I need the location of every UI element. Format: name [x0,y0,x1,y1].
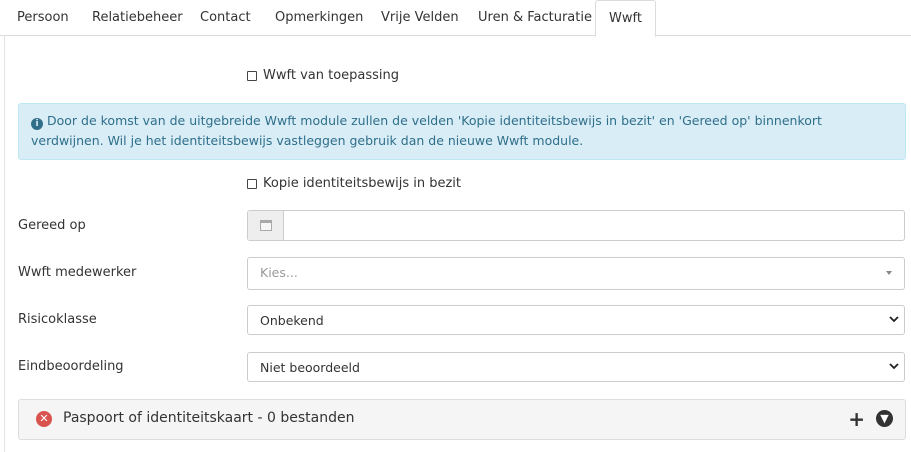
caret-down-icon [886,271,892,275]
wwft-applicable-label: Wwft van toepassing [263,68,400,83]
info-alert-text: Door de komst van de uitgebreide Wwft mo… [31,113,822,148]
id-documents-panel: ✕ Paspoort of identiteitskaart - 0 besta… [18,399,906,440]
risk-label: Risicoklasse [18,312,97,327]
final-select[interactable]: Niet beoordeeld [247,352,905,382]
chevron-down-icon [889,316,899,323]
wwft-applicable-row: Wwft van toepassing [247,68,399,83]
ready-on-input[interactable] [285,211,904,240]
risk-value: Onbekend [260,313,324,328]
panel-title: Paspoort of identiteitskaart - 0 bestand… [63,410,355,426]
tab-contact[interactable]: Contact [187,0,264,36]
employee-label: Wwft medewerker [18,265,137,280]
employee-select[interactable]: Kies... [247,257,905,290]
tab-vrije-velden[interactable]: Vrije Velden [368,0,472,36]
error-circle-icon: ✕ [36,411,52,427]
wwft-applicable-checkbox[interactable] [247,70,257,81]
employee-placeholder: Kies... [260,265,298,280]
final-label: Eindbeoordeling [18,359,124,374]
chevron-down-icon [889,363,899,370]
tab-opmerkingen[interactable]: Opmerkingen [262,0,376,36]
tab-persoon[interactable]: Persoon [4,0,82,36]
calendar-button[interactable] [248,211,284,240]
risk-select[interactable]: Onbekend [247,305,905,335]
tab-wwft[interactable]: Wwft [595,0,656,37]
tab-uren-facturatie[interactable]: Uren & Facturatie [465,0,605,36]
id-copy-checkbox[interactable] [247,178,257,189]
tab-bar: Persoon Relatiebeheer Contact Opmerkinge… [0,0,911,37]
arrow-down-circle-icon[interactable]: ▼ [876,410,893,427]
id-copy-label: Kopie identiteitsbewijs in bezit [263,176,461,191]
id-copy-row: Kopie identiteitsbewijs in bezit [247,176,461,191]
calendar-icon [259,220,272,231]
info-icon: i [31,118,43,130]
plus-icon[interactable]: + [848,409,865,429]
tab-content [4,36,911,452]
ready-on-field [247,210,905,241]
info-alert: i Door de komst van de uitgebreide Wwft m… [18,103,906,160]
ready-on-label: Gereed op [18,218,86,233]
tab-relatiebeheer[interactable]: Relatiebeheer [79,0,196,36]
final-value: Niet beoordeeld [260,360,360,375]
